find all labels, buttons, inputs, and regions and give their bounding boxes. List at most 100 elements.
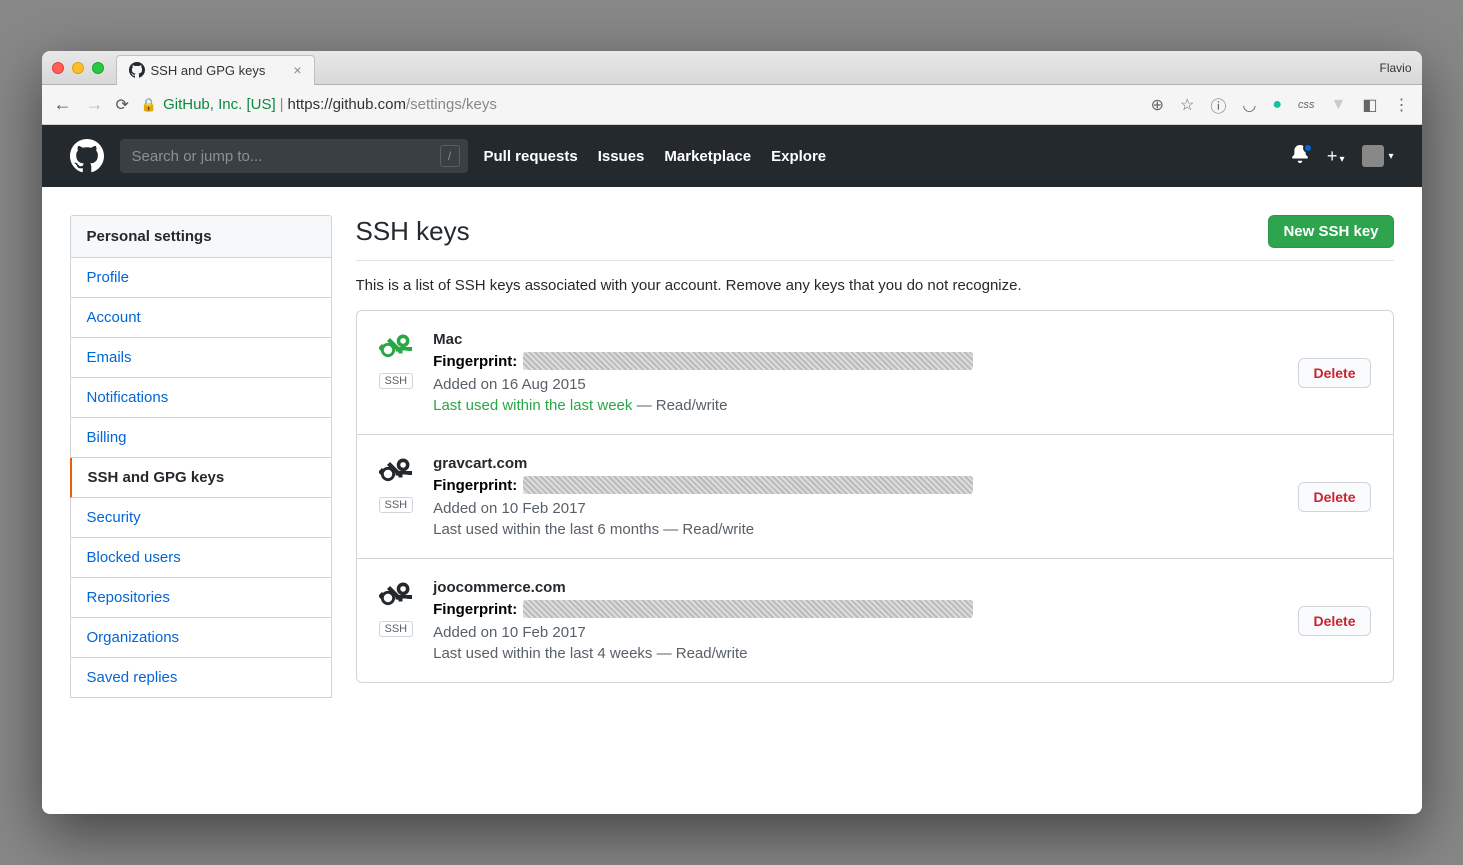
url-path: /settings/keys (406, 96, 497, 113)
key-name: Mac (433, 331, 1278, 348)
pocket-icon[interactable]: ◡ (1242, 95, 1256, 115)
css-icon[interactable]: css (1298, 99, 1315, 111)
sidebar-item-billing[interactable]: Billing (70, 418, 332, 458)
fingerprint-row: Fingerprint: (433, 352, 1278, 370)
key-icon (379, 579, 413, 613)
github-header: Search or jump to... / Pull requests Iss… (42, 125, 1422, 187)
tab-title: SSH and GPG keys (151, 63, 266, 78)
sidebar-item-account[interactable]: Account (70, 298, 332, 338)
github-search-input[interactable]: Search or jump to... / (120, 139, 468, 173)
delete-key-button[interactable]: Delete (1298, 482, 1370, 512)
ssh-key-row: SSH joocommerce.com Fingerprint: Added o… (357, 559, 1393, 682)
fingerprint-label: Fingerprint: (433, 477, 517, 494)
user-menu-dropdown[interactable]: ▾ (1362, 145, 1393, 167)
titlebar: SSH and GPG keys × Flavio (42, 51, 1422, 85)
main-panel: SSH keys New SSH key This is a list of S… (356, 215, 1394, 814)
key-added-date: Added on 10 Feb 2017 (433, 500, 1278, 517)
notification-badge (1303, 143, 1313, 153)
sidebar-item-security[interactable]: Security (70, 498, 332, 538)
github-logo-icon[interactable] (70, 139, 104, 173)
chrome-profile-name[interactable]: Flavio (1379, 61, 1411, 75)
minimize-window-button[interactable] (72, 62, 84, 74)
page-title: SSH keys (356, 216, 470, 247)
browser-toolbar: ← → ⟳ 🔒 GitHub, Inc. [US] | https://gith… (42, 85, 1422, 125)
search-placeholder: Search or jump to... (132, 148, 263, 165)
ssh-key-row: SSH gravcart.com Fingerprint: Added on 1… (357, 435, 1393, 559)
sidebar-item-organizations[interactable]: Organizations (70, 618, 332, 658)
ssh-badge: SSH (379, 621, 414, 637)
browser-window: SSH and GPG keys × Flavio ← → ⟳ 🔒 GitHub… (42, 51, 1422, 814)
sidebar-item-notifications[interactable]: Notifications (70, 378, 332, 418)
key-usage: Last used within the last 6 months — Rea… (433, 521, 1278, 538)
forward-button[interactable]: → (86, 94, 104, 115)
ssh-badge: SSH (379, 497, 414, 513)
key-body: joocommerce.com Fingerprint: Added on 10… (433, 579, 1278, 662)
settings-sidebar: Personal settings ProfileAccountEmailsNo… (70, 215, 332, 814)
key-usage: Last used within the last week — Read/wr… (433, 397, 1278, 414)
window-controls (52, 62, 104, 74)
sidebar-item-profile[interactable]: Profile (70, 258, 332, 298)
key-name: joocommerce.com (433, 579, 1278, 596)
sidebar-item-blocked-users[interactable]: Blocked users (70, 538, 332, 578)
fingerprint-row: Fingerprint: (433, 600, 1278, 618)
fingerprint-redacted (523, 476, 973, 494)
key-body: gravcart.com Fingerprint: Added on 10 Fe… (433, 455, 1278, 538)
fingerprint-redacted (523, 600, 973, 618)
key-usage: Last used within the last 4 weeks — Read… (433, 645, 1278, 662)
nav-issues[interactable]: Issues (598, 148, 645, 165)
address-bar[interactable]: 🔒 GitHub, Inc. [US] | https://github.com… (141, 96, 1139, 113)
github-favicon (129, 62, 145, 78)
grammarly-icon[interactable]: ● (1272, 96, 1282, 114)
key-added-date: Added on 10 Feb 2017 (433, 624, 1278, 641)
maximize-window-button[interactable] (92, 62, 104, 74)
delete-key-button[interactable]: Delete (1298, 606, 1370, 636)
close-window-button[interactable] (52, 62, 64, 74)
browser-tab[interactable]: SSH and GPG keys × (116, 55, 315, 85)
nav-arrows: ← → (54, 94, 104, 115)
fingerprint-label: Fingerprint: (433, 601, 517, 618)
page-content: Personal settings ProfileAccountEmailsNo… (42, 187, 1422, 814)
url-identity: GitHub, Inc. [US] (163, 96, 276, 113)
star-icon[interactable]: ☆ (1180, 95, 1194, 115)
fingerprint-row: Fingerprint: (433, 476, 1278, 494)
vue-icon[interactable]: ▼ (1331, 96, 1347, 114)
nav-pull-requests[interactable]: Pull requests (484, 148, 578, 165)
reload-button[interactable]: ⟳ (116, 95, 129, 115)
sidebar-item-ssh-and-gpg-keys[interactable]: SSH and GPG keys (70, 458, 332, 498)
back-button[interactable]: ← (54, 94, 72, 115)
toolbar-icons: ⊕ ☆ ⓘ ◡ ● css ▼ ◧ ⋮ (1151, 93, 1410, 117)
ssh-key-row: SSH Mac Fingerprint: Added on 16 Aug 201… (357, 311, 1393, 435)
github-nav: Pull requests Issues Marketplace Explore (484, 148, 827, 165)
zoom-icon[interactable]: ⊕ (1151, 95, 1164, 115)
key-added-date: Added on 16 Aug 2015 (433, 376, 1278, 393)
sidebar-item-emails[interactable]: Emails (70, 338, 332, 378)
new-ssh-key-button[interactable]: New SSH key (1268, 215, 1393, 248)
nav-marketplace[interactable]: Marketplace (664, 148, 751, 165)
notifications-icon[interactable] (1291, 145, 1309, 168)
key-icon (379, 331, 413, 365)
create-new-dropdown[interactable]: +▾ (1327, 146, 1345, 167)
key-icon-column: SSH (379, 455, 414, 513)
url-domain: github.com (333, 96, 406, 113)
avatar-icon (1362, 145, 1384, 167)
sidebar-item-repositories[interactable]: Repositories (70, 578, 332, 618)
github-header-right: +▾ ▾ (1291, 145, 1394, 168)
ssh-key-list: SSH Mac Fingerprint: Added on 16 Aug 201… (356, 310, 1394, 683)
sidebar-item-saved-replies[interactable]: Saved replies (70, 658, 332, 698)
key-icon (379, 455, 413, 489)
menu-icon[interactable]: ⋮ (1394, 95, 1410, 115)
key-icon-column: SSH (379, 331, 414, 389)
key-body: Mac Fingerprint: Added on 16 Aug 2015 La… (433, 331, 1278, 414)
nav-explore[interactable]: Explore (771, 148, 826, 165)
extension-icon[interactable]: ◧ (1362, 95, 1377, 115)
page-description: This is a list of SSH keys associated wi… (356, 277, 1394, 294)
delete-key-button[interactable]: Delete (1298, 358, 1370, 388)
main-header: SSH keys New SSH key (356, 215, 1394, 261)
ssh-badge: SSH (379, 373, 414, 389)
lock-icon: 🔒 (141, 97, 157, 113)
close-tab-icon[interactable]: × (293, 62, 301, 78)
url-protocol: https:// (288, 96, 333, 113)
key-icon-column: SSH (379, 579, 414, 637)
slash-key-hint: / (440, 145, 460, 167)
info-icon[interactable]: ⓘ (1210, 93, 1226, 117)
